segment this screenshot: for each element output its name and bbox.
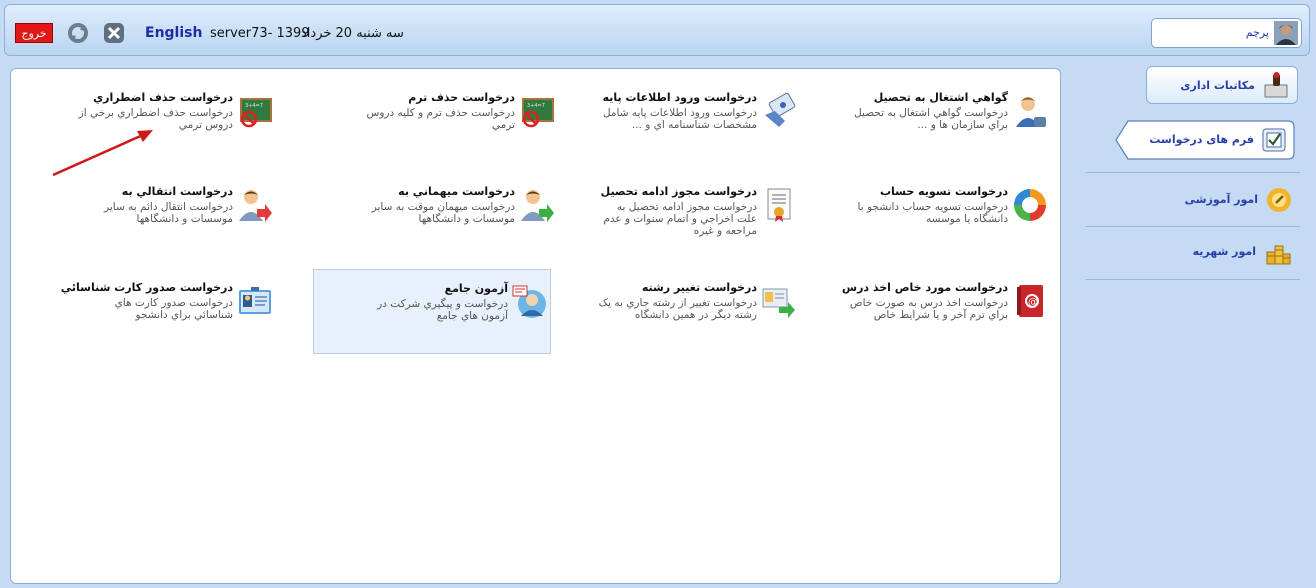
- exam-user-icon: [512, 285, 546, 318]
- card-description: درخواست صدور کارت هاي شناسائي براي دانشج…: [114, 297, 233, 321]
- close-icon[interactable]: [103, 22, 125, 44]
- card-basic-info[interactable]: درخواست ورود اطلاعات پايه درخواست ورود ا…: [563, 85, 799, 169]
- card-title: درخواست ميهماني به: [398, 185, 515, 198]
- sidebar-item-label: فرم های درخواست: [1149, 133, 1254, 146]
- card-transfer-icon: [762, 288, 795, 318]
- card-term-withdraw[interactable]: 3+4=7 درخواست حذف ترم درخواست حذف ترم و …: [321, 85, 557, 169]
- card-description: درخواست ميهمان موقت به ساير موسسات و دان…: [371, 201, 515, 225]
- card-description: درخواست تغيير از رشته جاري به يک رشته دي…: [598, 297, 757, 321]
- card-special-course[interactable]: @ درخواست مورد خاص اخذ درس درخواست اخذ د…: [814, 275, 1050, 359]
- address-book-icon: @: [1017, 285, 1043, 317]
- card-permanent-transfer[interactable]: درخواست انتقالي به درخواست انتقال دائم ب…: [39, 179, 275, 263]
- card-title: درخواست حذف اضطراري: [93, 91, 233, 104]
- card-description: درخواست اخذ درس به صورت خاص براي ترم آخر…: [849, 297, 1008, 321]
- sidebar-item-education[interactable]: امور آموزشی: [1085, 180, 1300, 220]
- card-title: درخواست مجوز ادامه تحصيل: [600, 185, 757, 198]
- card-description: درخواست تسويه حساب دانشجو با دانشگاه يا …: [857, 201, 1008, 225]
- card-description: درخواست ورود اطلاعات پايه شامل مشخصات شن…: [602, 107, 757, 131]
- card-settlement[interactable]: درخواست تسويه حساب درخواست تسويه حساب دا…: [814, 179, 1050, 263]
- logout-button[interactable]: خروج: [15, 23, 53, 43]
- sidebar-item-label: امور آموزشی: [1184, 193, 1258, 206]
- card-guest-transfer[interactable]: درخواست ميهماني به درخواست ميهمان موقت ب…: [321, 179, 557, 263]
- svg-text:3+4=7: 3+4=7: [245, 103, 263, 109]
- svg-text:3+4=7: 3+4=7: [527, 103, 545, 109]
- card-continue-permit[interactable]: درخواست مجوز ادامه تحصيل درخواست مجوز اد…: [563, 179, 799, 263]
- server-label: server73- 1399: [210, 26, 310, 41]
- user-name: پرچم: [1245, 26, 1269, 39]
- user-box[interactable]: پرچم: [1151, 18, 1302, 48]
- avatar: [1274, 21, 1298, 45]
- card-title: آزمون جامع: [444, 282, 508, 295]
- sidebar-item-request-forms[interactable]: فرم های درخواست: [1114, 119, 1300, 161]
- cycle-arrows-icon: [1014, 189, 1046, 221]
- certificate-icon: [767, 188, 791, 222]
- svg-text:@: @: [1028, 297, 1038, 308]
- card-description: درخواست حذف ترم و کليه دروس ترمي: [366, 107, 515, 131]
- top-bar: خروج English server73- 1399 سه شنبه 20 خ…: [4, 4, 1310, 56]
- sidebar-divider: [1085, 226, 1300, 227]
- card-description: درخواست مجوز ادامه تحصيل به علت اخراجي و…: [603, 201, 757, 237]
- pointer-arrow: [52, 130, 153, 177]
- sidebar-divider: [1085, 279, 1300, 280]
- request-forms-panel: گواهي اشتغال به تحصيل درخواست گواهي اشتغ…: [10, 68, 1061, 584]
- card-comprehensive-exam[interactable]: آزمون جامع درخواست و پيگيري شرکت در آزمو…: [313, 269, 551, 354]
- user-arrow-green-icon: [521, 190, 554, 222]
- sidebar-item-tuition[interactable]: امور شهریه: [1085, 232, 1300, 272]
- education-icon: [1267, 188, 1291, 212]
- card-title: درخواست ورود اطلاعات پايه: [602, 91, 757, 104]
- stamp-icon: [1264, 72, 1288, 98]
- card-title: درخواست مورد خاص اخذ درس: [841, 281, 1008, 294]
- checkbox-form-icon: [1262, 128, 1286, 152]
- card-description: درخواست انتقال دائم به ساير موسسات و دان…: [104, 201, 233, 225]
- sidebar-divider: [1085, 172, 1300, 173]
- user-arrow-red-icon: [239, 190, 272, 222]
- language-link[interactable]: English: [145, 25, 202, 41]
- card-title: گواهي اشتغال به تحصيل: [873, 91, 1008, 104]
- sidebar-item-official-correspondence[interactable]: مکاتبات اداری: [1146, 66, 1298, 104]
- card-description: درخواست گواهي اشتغال به تحصيل براي سازما…: [854, 107, 1008, 131]
- card-employment-certificate[interactable]: گواهي اشتغال به تحصيل درخواست گواهي اشتغ…: [814, 85, 1050, 169]
- coins-icon: [1266, 245, 1291, 265]
- refresh-icon[interactable]: [67, 22, 89, 44]
- blackboard-no-icon: 3+4=7: [240, 98, 272, 128]
- card-change-major[interactable]: درخواست تغيير رشته درخواست تغيير از رشته…: [563, 275, 799, 359]
- card-title: درخواست تغيير رشته: [641, 281, 757, 294]
- card-title: درخواست تسويه حساب: [879, 185, 1008, 198]
- card-title: درخواست حذف ترم: [408, 91, 515, 104]
- card-description: درخواست و پيگيري شرکت در آزمون هاي جامع: [377, 298, 508, 322]
- id-card-hand-icon: [765, 93, 796, 127]
- student-icon: [1016, 97, 1046, 127]
- sidebar-item-label: مکاتبات اداری: [1180, 79, 1255, 92]
- blackboard-no-icon: 3+4=7: [522, 98, 554, 128]
- card-title: درخواست انتقالي به: [121, 185, 233, 198]
- card-title: درخواست صدور کارت شناسائي: [60, 281, 233, 294]
- date-label: سه شنبه 20 خرداد: [301, 26, 404, 41]
- card-id-card[interactable]: درخواست صدور کارت شناسائي درخواست صدور ک…: [39, 275, 275, 359]
- id-badge-icon: [239, 287, 271, 314]
- sidebar-item-label: امور شهریه: [1192, 245, 1256, 258]
